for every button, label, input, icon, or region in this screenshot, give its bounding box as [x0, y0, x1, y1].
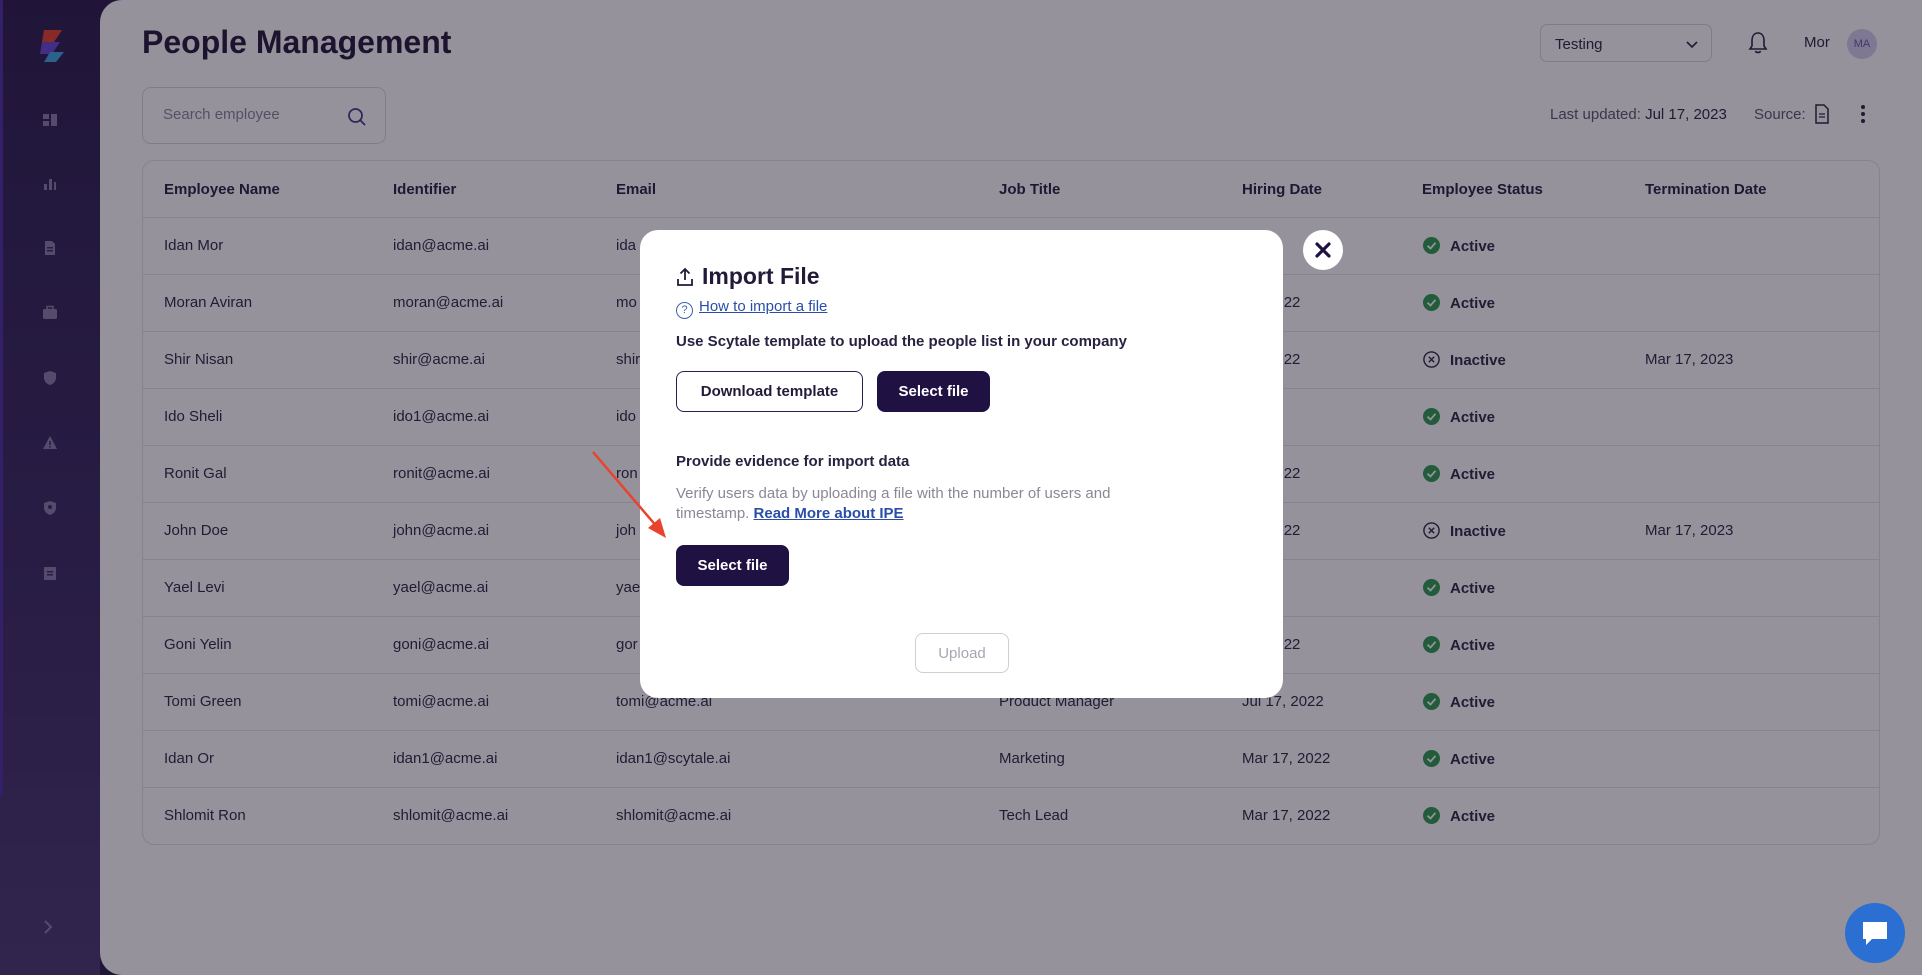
how-to-import-link-text[interactable]: How to import a file [699, 298, 827, 315]
question-circle-icon: ? [676, 302, 693, 319]
close-icon [1315, 242, 1331, 258]
annotation-arrow [592, 451, 666, 538]
use-template-text: Use Scytale template to upload the peopl… [676, 333, 1127, 350]
upload-icon [677, 267, 693, 286]
upload-button[interactable]: Upload [915, 633, 1009, 673]
evidence-description: Verify users data by uploading a file wi… [676, 484, 1126, 524]
chat-widget-button[interactable] [1845, 903, 1905, 963]
read-more-ipe-link[interactable]: Read More about IPE [754, 505, 904, 522]
select-file-button[interactable]: Select file [877, 371, 990, 412]
select-evidence-file-button[interactable]: Select file [676, 545, 789, 586]
download-template-button[interactable]: Download template [676, 371, 863, 412]
import-file-modal: Import File ? How to import a file Use Sc… [640, 230, 1283, 698]
chat-icon [1863, 922, 1887, 945]
evidence-title: Provide evidence for import data [676, 453, 910, 470]
how-to-import-link[interactable]: ? How to import a file [676, 298, 827, 319]
modal-title: Import File [702, 263, 820, 289]
close-modal-button[interactable] [1303, 230, 1343, 270]
